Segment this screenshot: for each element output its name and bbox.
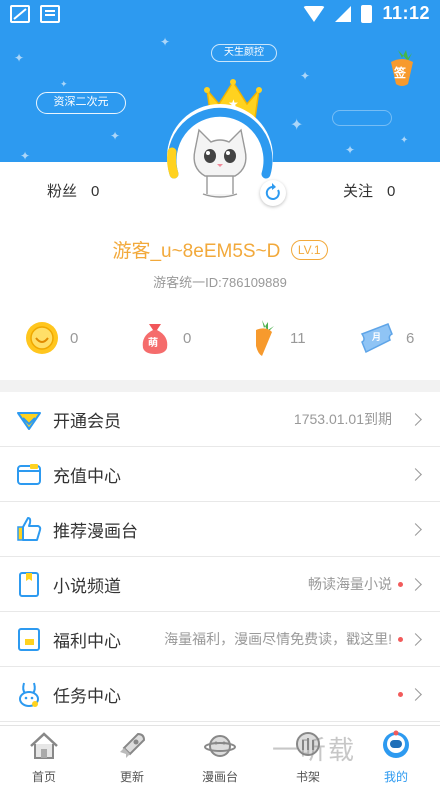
user-id: 游客统一ID:786109889 (153, 275, 287, 290)
asset-coins[interactable]: 0 (24, 318, 78, 358)
sparkle-icon: ✦ (160, 35, 171, 49)
fans-count: 0 (91, 183, 100, 200)
title-tag-badge[interactable]: 资深二次元 (36, 92, 126, 114)
cute-bag-glyph: 萌 (148, 338, 158, 349)
chevron-right-icon (409, 632, 422, 646)
tab-label: 书架 (295, 770, 320, 784)
sparkle-icon: ✦ (20, 149, 31, 162)
profile-screen: 11:12 ✦ ✦ ✦ ✦ ✦ ✦ ✦ ✦ ✦ 天生颜控 资深二次元 签 ★ 粉… (0, 0, 440, 787)
menu-list: 开通会员 1753.01.01到期 充值中心 推荐漫画台 小说频道 畅读海量小说… (0, 392, 440, 722)
menu-label: 任务中心 (53, 686, 121, 706)
sparkle-icon: ✦ (300, 69, 311, 83)
refresh-avatar-button[interactable] (260, 180, 286, 206)
tab-bookshelf[interactable]: 书架 (264, 726, 352, 787)
status-bar: 11:12 (0, 0, 440, 28)
menu-label: 小说频道 (53, 576, 121, 596)
coin-icon (26, 322, 58, 354)
notification-app-icon (10, 5, 30, 23)
screenshot-icon (40, 5, 60, 23)
menu-detail: 海量福利，漫画尽情免费读，戳这里! (164, 631, 392, 647)
asset-carrots[interactable]: 11 (248, 318, 306, 358)
sign-in-button[interactable]: 签 (388, 48, 416, 88)
rocket-icon (120, 732, 146, 758)
menu-detail: 1753.01.01到期 (293, 411, 392, 427)
tab-updates[interactable]: 更新 (88, 726, 176, 787)
sign-label: 签 (394, 66, 407, 80)
menu-item-welfare[interactable]: 福利中心 海量福利，漫画尽情免费读，戳这里! (0, 612, 440, 667)
avatar[interactable]: ★ (165, 78, 275, 210)
username[interactable]: 游客_u~8eEM5S~D (112, 241, 280, 262)
sparkle-icon: ✦ (60, 79, 68, 89)
title-tag[interactable]: 天生颜控 (211, 44, 277, 62)
follow-stat[interactable]: 关注 0 (343, 180, 395, 201)
menu-item-tasks[interactable]: 任务中心 (0, 667, 440, 722)
menu-label: 福利中心 (53, 631, 121, 651)
fans-label: 粉丝 (47, 183, 78, 200)
tab-home[interactable]: 首页 (0, 726, 88, 787)
chevron-right-icon (409, 412, 422, 426)
wallet-icon (17, 464, 41, 485)
cute-bag-count: 0 (183, 329, 192, 347)
coins-count: 0 (70, 329, 79, 347)
wifi-icon (303, 5, 326, 22)
rabbit-icon (19, 682, 39, 707)
menu-label: 充值中心 (53, 466, 121, 486)
follow-label: 关注 (343, 183, 374, 200)
tab-mine[interactable]: 我的 (352, 726, 440, 787)
thumbs-up-icon (17, 517, 42, 541)
gift-icon (18, 628, 40, 651)
sparkle-icon: ✦ (290, 117, 304, 134)
tickets-count: 6 (406, 329, 415, 347)
menu-item-recommend[interactable]: 推荐漫画台 (0, 502, 440, 557)
menu-item-novel[interactable]: 小说频道 畅读海量小说 (0, 557, 440, 612)
menu-label: 开通会员 (53, 411, 121, 431)
battery-icon (361, 4, 373, 23)
notification-dot (398, 581, 403, 587)
follow-count: 0 (387, 183, 396, 200)
sparkle-icon: ✦ (400, 135, 409, 146)
notification-dot (398, 691, 403, 697)
level-badge[interactable]: LV.1 (290, 239, 328, 260)
menu-item-recharge[interactable]: 充值中心 (0, 447, 440, 502)
signal-icon (335, 5, 352, 22)
sparkle-icon: ✦ (110, 129, 121, 143)
carrots-count: 11 (290, 329, 306, 347)
tab-label: 更新 (119, 770, 144, 784)
sparkle-icon: ✦ (345, 143, 356, 157)
planet-icon (204, 735, 236, 757)
home-icon (30, 732, 58, 759)
username-row: 游客_u~8eEM5S~D LV.1 (0, 236, 440, 263)
status-time: 11:12 (382, 3, 430, 23)
sparkle-icon: ✦ (14, 51, 25, 65)
menu-label: 推荐漫画台 (53, 521, 138, 541)
chevron-right-icon (409, 467, 422, 481)
notification-dot (398, 636, 403, 642)
refresh-icon (265, 183, 280, 200)
tab-label: 漫画台 (201, 770, 238, 784)
tab-label: 我的 (383, 770, 408, 784)
menu-item-vip[interactable]: 开通会员 1753.01.01到期 (0, 392, 440, 447)
carrot-icon (256, 320, 274, 356)
bookshelf-icon (296, 732, 320, 756)
asset-cute-bag[interactable]: 萌 0 (137, 318, 191, 358)
ticket-glyph: 月 (372, 332, 382, 342)
astronaut-icon (383, 730, 409, 758)
chevron-right-icon (409, 687, 422, 701)
vip-diamond-icon (17, 412, 41, 430)
bottom-nav: 首页 更新 漫画台 书架 我的 (0, 725, 440, 787)
tab-label: 首页 (31, 770, 56, 784)
asset-tickets[interactable]: 月 6 (358, 318, 414, 358)
menu-detail: 畅读海量小说 (308, 576, 392, 592)
tab-comic-platform[interactable]: 漫画台 (176, 726, 264, 787)
title-tag-placeholder (332, 110, 392, 126)
book-icon (19, 572, 39, 597)
chevron-right-icon (409, 577, 422, 591)
avatar-ring (167, 104, 273, 210)
fans-stat[interactable]: 粉丝 0 (47, 180, 99, 201)
chevron-right-icon (409, 522, 422, 536)
section-divider (0, 380, 440, 392)
